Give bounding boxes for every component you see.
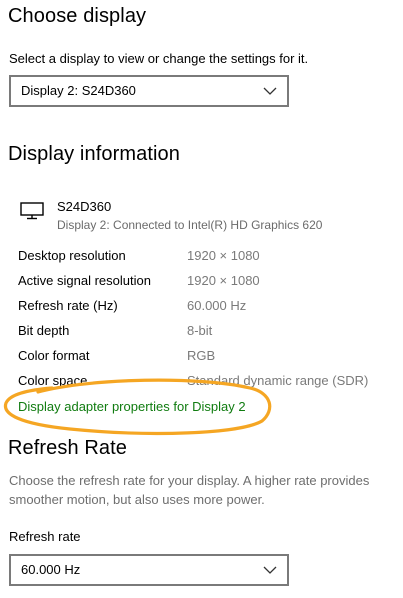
display-select-value: Display 2: S24D360 [21,83,136,98]
info-value: RGB [187,348,216,363]
monitor-name: S24D360 [57,199,112,214]
choose-display-heading: Choose display [8,5,147,27]
choose-display-description: Select a display to view or change the s… [9,51,309,66]
chevron-down-icon [263,566,277,574]
monitor-connection: Display 2: Connected to Intel(R) HD Grap… [57,218,323,232]
display-information-heading: Display information [8,143,180,165]
info-label: Active signal resolution [18,273,151,288]
info-value: 1920 × 1080 [187,273,260,288]
info-label: Bit depth [18,323,70,338]
info-label: Color format [18,348,90,363]
chevron-down-icon [263,87,277,95]
display-adapter-properties-link[interactable]: Display adapter properties for Display 2 [18,399,246,414]
monitor-icon [20,202,44,220]
refresh-rate-field-label: Refresh rate [9,529,81,544]
info-value: 1920 × 1080 [187,248,260,263]
info-label: Desktop resolution [18,248,126,263]
refresh-rate-select-value: 60.000 Hz [21,562,81,577]
refresh-rate-select[interactable]: 60.000 Hz [9,554,289,586]
display-select[interactable]: Display 2: S24D360 [9,75,289,107]
info-label: Color space [18,373,88,388]
refresh-rate-heading: Refresh Rate [8,437,128,459]
info-value: Standard dynamic range (SDR) [187,373,369,388]
refresh-rate-description: Choose the refresh rate for your display… [9,473,370,507]
info-value: 60.000 Hz [187,298,247,313]
info-value: 8-bit [187,323,213,338]
info-label: Refresh rate (Hz) [18,298,118,313]
